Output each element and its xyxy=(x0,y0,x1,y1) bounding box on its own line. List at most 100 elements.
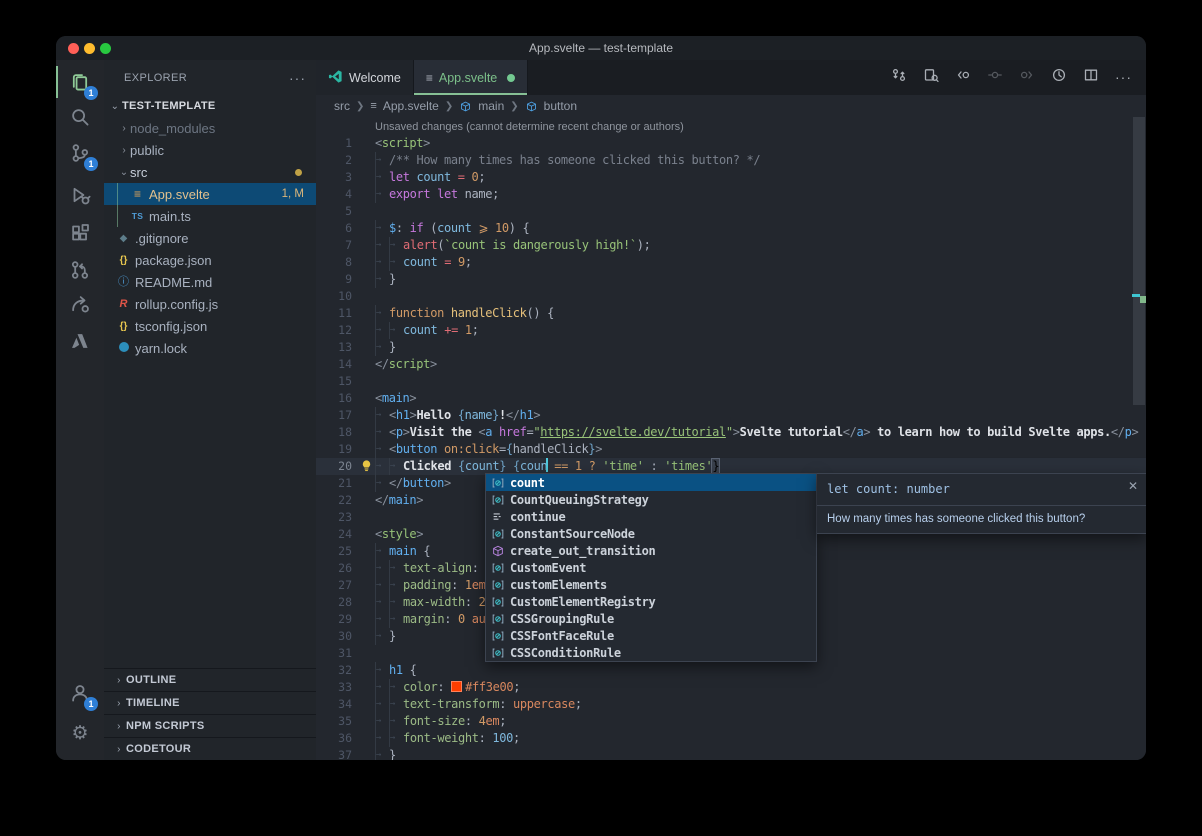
code-line[interactable]: 3→let count = 0; xyxy=(316,169,1146,186)
suggest-item-customElements[interactable]: customElements xyxy=(486,576,816,593)
breadcrumb-item[interactable]: src xyxy=(334,99,350,113)
more-actions-icon[interactable]: ··· xyxy=(1115,69,1132,87)
breadcrumb[interactable]: src❯≡App.svelte❯main❯button xyxy=(316,95,1146,117)
symbol-module-icon xyxy=(490,544,505,558)
section-timeline[interactable]: ›TIMELINE xyxy=(104,691,316,714)
editor-scrollbar[interactable] xyxy=(1133,117,1145,405)
code-line[interactable]: 1<script> xyxy=(316,135,1146,152)
section-codetour[interactable]: ›CODETOUR xyxy=(104,737,316,760)
tree-item-tsconfig.json[interactable]: {}tsconfig.json xyxy=(104,315,316,337)
suggest-item-create_out_transition[interactable]: create_out_transition xyxy=(486,542,816,559)
code-line[interactable]: 13→} xyxy=(316,339,1146,356)
code-line[interactable]: 35→→font-size: 4em; xyxy=(316,713,1146,730)
code-line[interactable]: 2→/** How many times has someone clicked… xyxy=(316,152,1146,169)
code-line[interactable]: 36→→font-weight: 100; xyxy=(316,730,1146,747)
color-swatch xyxy=(451,681,462,692)
code-line[interactable]: 32→h1 { xyxy=(316,662,1146,679)
activity-source-control[interactable]: 1 xyxy=(56,133,104,173)
more-actions-icon[interactable]: ··· xyxy=(289,70,306,86)
modified-dot-icon xyxy=(295,169,302,176)
code-line[interactable]: 10 xyxy=(316,288,1146,305)
code-line[interactable]: 17→<h1>Hello {name}!</h1> xyxy=(316,407,1146,424)
suggest-item-count[interactable]: count xyxy=(486,474,816,491)
next-change-icon[interactable] xyxy=(1019,67,1035,88)
breadcrumb-item[interactable]: button xyxy=(544,99,577,113)
title-bar[interactable]: App.svelte — test-template xyxy=(56,36,1146,60)
line-number: 15 xyxy=(316,373,352,390)
suggest-item-CSSGroupingRule[interactable]: CSSGroupingRule xyxy=(486,610,816,627)
code-line[interactable]: 37→} xyxy=(316,747,1146,760)
open-changes-icon[interactable] xyxy=(891,67,907,88)
code-line[interactable]: 9→} xyxy=(316,271,1146,288)
activity-extensions[interactable] xyxy=(56,213,104,253)
activity-live-share[interactable] xyxy=(56,284,104,324)
activity-accounts[interactable]: 1 xyxy=(56,673,104,713)
suggest-item-CustomElementRegistry[interactable]: CustomElementRegistry xyxy=(486,593,816,610)
change-indicator-icon[interactable] xyxy=(987,67,1003,88)
suggest-item-ConstantSourceNode[interactable]: ConstantSourceNode xyxy=(486,525,816,542)
code-line[interactable]: 6→$: if (count ⩾ 10) { xyxy=(316,220,1146,237)
previous-change-icon[interactable] xyxy=(955,67,971,88)
code-line[interactable]: 18→<p>Visit the <a href="https://svelte.… xyxy=(316,424,1146,441)
code-line[interactable]: 14</script> xyxy=(316,356,1146,373)
tree-item-App.svelte[interactable]: ≡App.svelte1, M xyxy=(104,183,316,205)
suggest-item-CustomEvent[interactable]: CustomEvent xyxy=(486,559,816,576)
section-npm-scripts[interactable]: ›NPM SCRIPTS xyxy=(104,714,316,737)
activity-settings[interactable]: ⚙ xyxy=(56,713,104,753)
line-number: 18 xyxy=(316,424,352,441)
open-preview-icon[interactable] xyxy=(923,67,939,88)
tree-item-package.json[interactable]: {}package.json xyxy=(104,249,316,271)
tree-item-README.md[interactable]: ⓘREADME.md xyxy=(104,271,316,293)
tree-item-yarn.lock[interactable]: yarn.lock xyxy=(104,337,316,359)
section-outline[interactable]: ›OUTLINE xyxy=(104,668,316,691)
split-editor-icon[interactable] xyxy=(1083,67,1099,88)
tab-welcome[interactable]: Welcome xyxy=(316,60,414,95)
activity-search[interactable] xyxy=(56,97,104,137)
suggest-item-CSSConditionRule[interactable]: CSSConditionRule xyxy=(486,644,816,661)
suggest-label: CustomEvent xyxy=(510,561,586,575)
tree-item-.gitignore[interactable]: ◆.gitignore xyxy=(104,227,316,249)
code-line[interactable]: 11→function handleClick() { xyxy=(316,305,1146,322)
tree-item-main.ts[interactable]: TSmain.ts xyxy=(104,205,316,227)
breadcrumb-item[interactable]: main xyxy=(478,99,504,113)
file-history-icon[interactable] xyxy=(1051,67,1067,88)
tree-item-public[interactable]: ›public xyxy=(104,139,316,161)
code-line[interactable]: 4→export let name; xyxy=(316,186,1146,203)
breadcrumb-item[interactable]: App.svelte xyxy=(383,99,439,113)
close-icon[interactable]: ✕ xyxy=(1128,479,1138,493)
tab-app-svelte[interactable]: ≡App.svelte xyxy=(414,60,528,95)
activity-azure[interactable] xyxy=(56,321,104,361)
line-number: 16 xyxy=(316,390,352,407)
suggest-item-CountQueuingStrategy[interactable]: CountQueuingStrategy xyxy=(486,491,816,508)
line-number: 17 xyxy=(316,407,352,424)
line-number: 27 xyxy=(316,577,352,594)
tree-item-rollup.config.js[interactable]: Rrollup.config.js xyxy=(104,293,316,315)
line-number: 4 xyxy=(316,186,352,203)
tree-item-node_modules[interactable]: ›node_modules xyxy=(104,117,316,139)
activity-run-and-debug[interactable] xyxy=(56,175,104,215)
code-line[interactable]: 8→→count = 9; xyxy=(316,254,1146,271)
suggest-label: CSSConditionRule xyxy=(510,646,621,660)
suggest-list[interactable]: countCountQueuingStrategycontinueConstan… xyxy=(485,473,817,662)
badge: 1 xyxy=(84,697,98,711)
line-number: 5 xyxy=(316,203,352,220)
code-line[interactable]: 5 xyxy=(316,203,1146,220)
activity-explorer[interactable]: 1 xyxy=(56,62,104,102)
tree-item-src[interactable]: ⌄src xyxy=(104,161,316,183)
file-label: node_modules xyxy=(130,121,215,136)
project-root-row[interactable]: ⌄ TEST-TEMPLATE xyxy=(104,95,316,117)
code-line[interactable]: 19→<button on:click={handleClick}> xyxy=(316,441,1146,458)
code-line[interactable]: 7→→alert(`count is dangerously high!`); xyxy=(316,237,1146,254)
line-number: 31 xyxy=(316,645,352,662)
git-file-icon: ◆ xyxy=(116,227,131,250)
symbol-cube-icon xyxy=(525,100,538,113)
suggest-item-continue[interactable]: continue xyxy=(486,508,816,525)
code-line[interactable]: 15 xyxy=(316,373,1146,390)
code-line[interactable]: 16<main> xyxy=(316,390,1146,407)
suggest-label: count xyxy=(510,476,545,490)
code-line[interactable]: 33→→color: #ff3e00; xyxy=(316,679,1146,696)
code-line[interactable]: 12→→count += 1; xyxy=(316,322,1146,339)
suggest-item-CSSFontFaceRule[interactable]: CSSFontFaceRule xyxy=(486,627,816,644)
code-editor[interactable]: Unsaved changes (cannot determine recent… xyxy=(316,117,1146,760)
code-line[interactable]: 34→→text-transform: uppercase; xyxy=(316,696,1146,713)
